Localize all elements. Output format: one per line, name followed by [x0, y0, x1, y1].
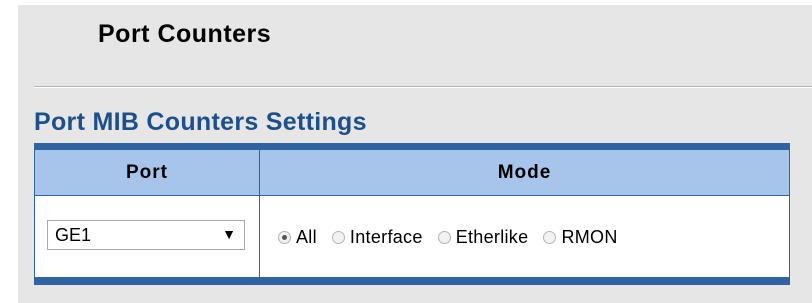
mode-radio-etherlike-label: Etherlike	[455, 227, 529, 248]
settings-table: Port Mode GE1 ▼ All Interface Etherlike …	[34, 143, 790, 285]
port-select[interactable]: GE1 ▼	[47, 220, 245, 250]
mode-radio-all-label: All	[296, 227, 317, 248]
mode-radio-etherlike[interactable]: Etherlike	[437, 226, 529, 248]
table-row: GE1 ▼ All Interface Etherlike RMON	[35, 196, 789, 277]
mode-radio-rmon[interactable]: RMON	[543, 226, 617, 248]
column-header-mode: Mode	[497, 162, 552, 183]
radio-unchecked-icon[interactable]	[331, 231, 345, 245]
radio-unchecked-icon[interactable]	[543, 231, 557, 245]
mode-radio-rmon-label: RMON	[561, 227, 618, 248]
radio-unchecked-icon[interactable]	[437, 231, 451, 245]
port-select-value: GE1	[55, 225, 92, 245]
column-divider	[259, 196, 260, 277]
mode-radio-interface[interactable]: Interface	[331, 226, 423, 248]
column-header-port: Port	[126, 162, 168, 183]
radio-checked-icon[interactable]	[278, 231, 291, 245]
chevron-down-icon: ▼	[222, 226, 236, 242]
table-header-row: Port Mode	[35, 150, 789, 195]
mode-radio-all[interactable]: All	[278, 226, 317, 248]
mode-radio-interface-label: Interface	[349, 227, 423, 248]
title-divider	[34, 86, 812, 88]
page-title: Port Counters	[98, 20, 272, 48]
mode-radio-group: All Interface Etherlike RMON	[278, 226, 618, 250]
section-title: Port MIB Counters Settings	[34, 108, 367, 136]
